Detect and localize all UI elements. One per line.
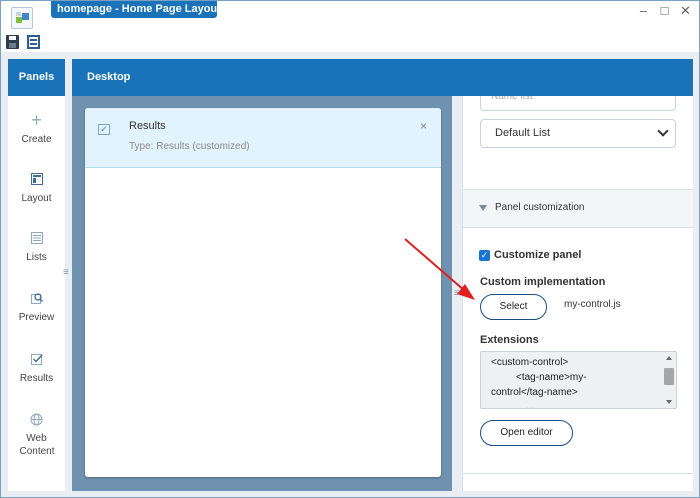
desktop-header: Desktop (72, 59, 693, 96)
app-icon (11, 7, 33, 29)
card-type: Type: Results (customized) (129, 141, 250, 152)
checkbox-icon (30, 353, 43, 366)
main-area: Panels + Create Layout Lists Preview Res… (1, 52, 699, 497)
app-window: homepage - Home Page Layout – □ ✕ Panels… (0, 0, 700, 498)
extensions-line: control</tag-name> (491, 387, 578, 398)
filename: my-control.js (564, 299, 621, 310)
sidebar-splitter[interactable]: ≡ (63, 267, 69, 278)
layout-icon (30, 173, 43, 186)
card-title: Results (129, 120, 166, 132)
panels-sidebar: Panels + Create Layout Lists Preview Res… (8, 59, 65, 491)
customize-panel-checkbox[interactable]: ✓ (479, 249, 490, 261)
minimize-icon[interactable]: – (638, 4, 649, 17)
maximize-icon[interactable]: □ (659, 4, 670, 17)
window-title: homepage - Home Page Layout (51, 1, 221, 18)
close-icon[interactable]: ✕ (680, 4, 691, 17)
toolbar (1, 34, 699, 52)
textarea-scrollbar[interactable] (663, 353, 675, 407)
customize-panel-label: Customize panel (494, 249, 582, 261)
panel-item-lists[interactable]: Lists (8, 232, 65, 264)
checkbox-icon: ✓ (98, 124, 110, 135)
list-icon (30, 232, 43, 245)
customize-panel-row[interactable]: ✓ Customize panel (479, 249, 581, 261)
select-button[interactable]: Select (480, 294, 547, 320)
select-value: Default List (495, 127, 551, 139)
window-controls: – □ ✕ (638, 4, 691, 17)
extensions-line: ... (526, 401, 535, 409)
extensions-textarea[interactable]: <custom-control> <tag-name>my- control</… (480, 351, 677, 409)
layout-icon[interactable] (27, 35, 40, 49)
panel-customization-header[interactable]: Panel customization (463, 190, 693, 228)
panel-item-label: Web Content (19, 433, 55, 457)
scroll-thumb[interactable] (664, 368, 674, 385)
panel-item-label: Layout (21, 193, 52, 204)
panel-item-label: Lists (26, 252, 47, 263)
scroll-down-icon[interactable] (666, 400, 672, 404)
properties-panel: Name list Default List Panel customizati… (462, 96, 693, 491)
panel-item-results[interactable]: Results (8, 353, 65, 385)
panel-item-label: Create (21, 134, 52, 145)
extensions-line: <custom-control> (491, 357, 569, 368)
properties-splitter[interactable]: ≡ (454, 288, 460, 299)
triangle-down-icon (479, 205, 487, 211)
plus-icon: + (31, 110, 42, 130)
panel-item-label: Preview (18, 312, 55, 323)
divider (463, 473, 693, 474)
scroll-up-icon[interactable] (666, 356, 672, 360)
extensions-line: <tag-name>my- (516, 372, 587, 383)
name-input[interactable]: Name list (480, 96, 676, 111)
close-icon[interactable]: × (420, 119, 427, 133)
panel-item-create[interactable]: + Create (8, 110, 65, 146)
panel-item-layout[interactable]: Layout (8, 173, 65, 205)
title-bar: homepage - Home Page Layout – □ ✕ (1, 1, 699, 31)
panel-item-label: Results (19, 373, 54, 384)
results-panel-card[interactable]: ✓ Results Type: Results (customized) × (85, 108, 441, 477)
section-title: Panel customization (495, 202, 585, 213)
save-icon[interactable] (6, 35, 19, 49)
panels-header: Panels (8, 59, 65, 96)
extensions-label: Extensions (480, 334, 539, 346)
open-editor-button[interactable]: Open editor (480, 420, 573, 446)
custom-implementation-label: Custom implementation (480, 276, 606, 288)
chevron-down-icon (657, 125, 669, 137)
list-select[interactable]: Default List (480, 119, 676, 148)
results-card-header[interactable]: ✓ Results Type: Results (customized) × (85, 108, 441, 168)
preview-icon (30, 292, 43, 305)
panel-item-preview[interactable]: Preview (8, 292, 65, 324)
panel-item-web-content[interactable]: Web Content (8, 413, 65, 458)
globe-icon (30, 413, 43, 426)
desktop-canvas: ✓ Results Type: Results (customized) × (72, 96, 452, 491)
